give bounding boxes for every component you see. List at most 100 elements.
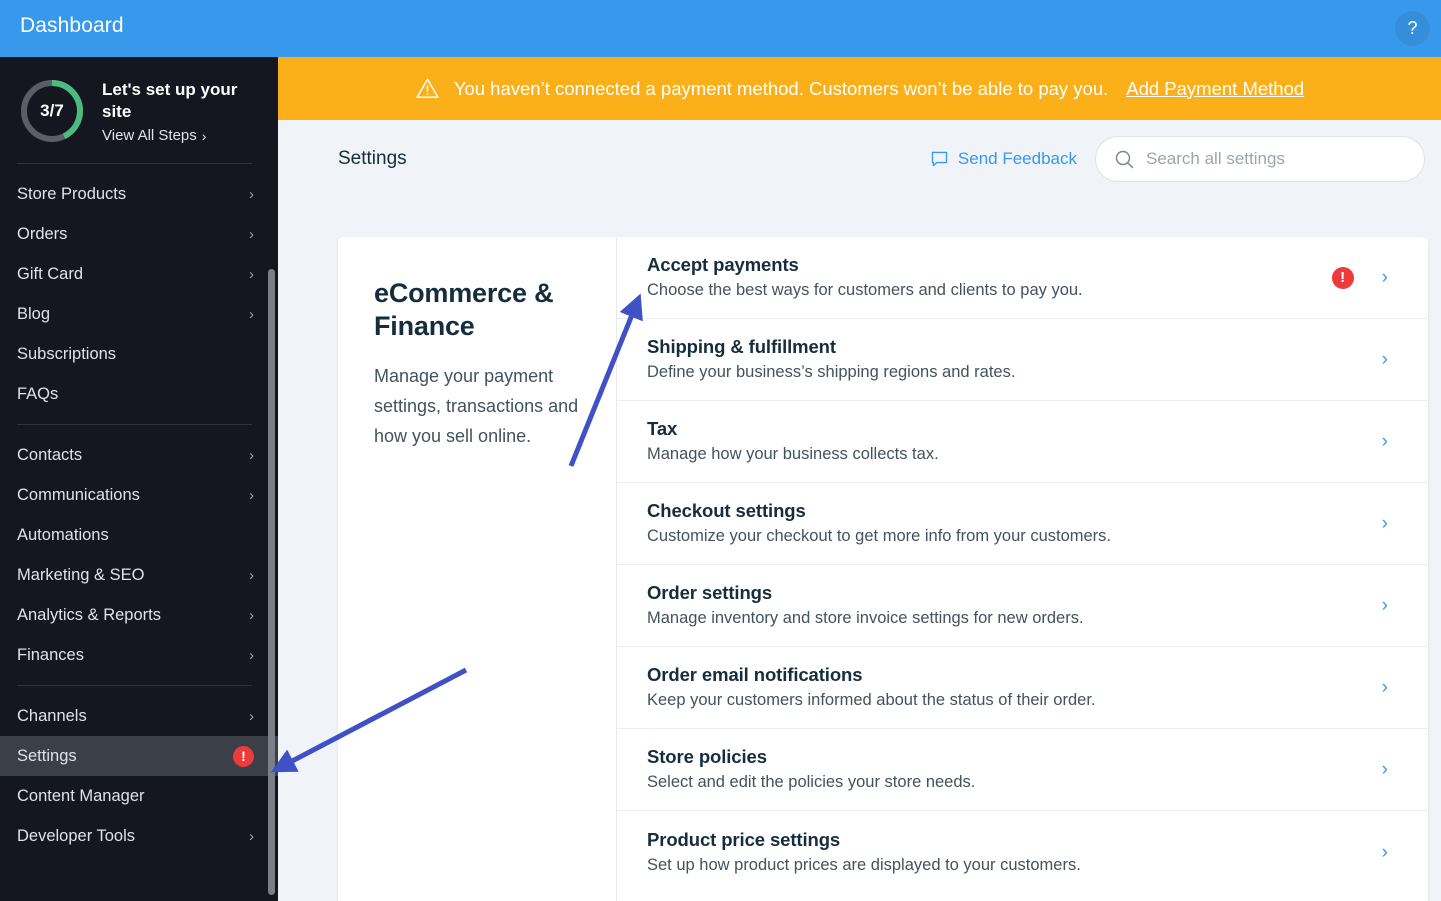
app-root: Dashboard ? 3/7 Let's set up your site V…: [0, 0, 1441, 901]
chevron-right-icon: ›: [249, 446, 254, 464]
sidebar-item-subscriptions[interactable]: Subscriptions: [0, 334, 278, 374]
settings-row-title: Accept payments: [647, 254, 799, 275]
settings-row-subtitle: Select and edit the policies your store …: [647, 773, 976, 791]
sidebar-item-communications[interactable]: Communications ›: [0, 475, 278, 515]
search-box[interactable]: [1095, 136, 1425, 182]
sidebar-item-label: Contacts: [17, 445, 83, 464]
sidebar-item-label: Marketing & SEO: [17, 565, 145, 584]
sidebar-item-developer-tools[interactable]: Developer Tools ›: [0, 816, 278, 856]
sidebar-scrollbar[interactable]: [268, 269, 275, 895]
card-heading: eCommerce & Finance: [374, 278, 554, 341]
chevron-right-icon: ›: [249, 566, 254, 584]
setup-text: Let's set up your site View All Steps ›: [102, 75, 260, 144]
chevron-right-icon: ›: [249, 827, 254, 845]
settings-row[interactable]: Order email notifications Keep your custo…: [617, 647, 1428, 729]
settings-row-text: Accept payments Choose the best ways for …: [647, 253, 1332, 302]
chevron-right-icon: ›: [249, 707, 254, 725]
settings-row-text: Product price settings Set up how product…: [647, 828, 1382, 877]
view-all-steps-link[interactable]: View All Steps ›: [102, 127, 260, 144]
chevron-right-icon: ›: [1381, 841, 1388, 863]
settings-row-text: Order email notifications Keep your custo…: [647, 663, 1382, 712]
sidebar-item-orders[interactable]: Orders ›: [0, 214, 278, 254]
sidebar-item-finances[interactable]: Finances ›: [0, 635, 278, 675]
settings-row-text: Checkout settings Customize your checkout…: [647, 499, 1382, 548]
card-description: Manage your payment settings, transactio…: [374, 366, 579, 446]
warning-triangle-icon: [416, 78, 439, 98]
settings-row-title: Order settings: [647, 582, 773, 603]
settings-row[interactable]: Shipping & fulfillment Define your busine…: [617, 319, 1428, 401]
sidebar-divider: [17, 424, 252, 425]
settings-row[interactable]: Order settings Manage inventory and store…: [617, 565, 1428, 647]
settings-row-title: Checkout settings: [647, 500, 806, 521]
sidebar-item-settings[interactable]: Settings!: [0, 736, 278, 776]
header-actions: Send Feedback: [930, 136, 1425, 182]
send-feedback-button[interactable]: Send Feedback: [930, 149, 1077, 169]
sidebar-item-label: Automations: [17, 525, 109, 544]
speech-bubble-icon: [931, 151, 948, 166]
settings-row-subtitle: Customize your checkout to get more info…: [647, 527, 1112, 545]
settings-row-title: Product price settings: [647, 828, 841, 850]
chevron-right-icon: ›: [1381, 267, 1388, 288]
sidebar-item-automations[interactable]: Automations: [0, 515, 278, 555]
sidebar-item-contacts[interactable]: Contacts ›: [0, 435, 278, 475]
settings-row[interactable]: Product price settings Set up how product…: [617, 811, 1428, 893]
settings-row-subtitle: Keep your customers informed about the s…: [647, 691, 1096, 709]
chevron-right-icon: ›: [201, 127, 207, 144]
sidebar-nav: Store Products › Orders › Gift Card › Blog › Sub…: [0, 174, 278, 856]
progress-label: 3/7: [40, 101, 64, 120]
sidebar: 3/7 Let's set up your site View All Step…: [0, 57, 278, 901]
search-input[interactable]: [1146, 149, 1386, 169]
sidebar-item-content-manager[interactable]: Content Manager: [0, 776, 278, 816]
sidebar-item-label: Content Manager: [17, 786, 145, 805]
view-all-steps-label: View All Steps: [102, 127, 197, 144]
chevron-right-icon: ›: [1381, 595, 1388, 616]
chevron-right-icon: ›: [1381, 759, 1388, 780]
add-payment-method-link[interactable]: Add Payment Method: [1126, 78, 1304, 100]
sidebar-item-faqs[interactable]: FAQs: [0, 374, 278, 414]
settings-row-text: Shipping & fulfillment Define your busine…: [647, 335, 1382, 384]
sidebar-item-label: Settings: [17, 746, 77, 765]
sidebar-item-channels[interactable]: Channels ›: [0, 696, 278, 736]
settings-heading: Settings: [338, 148, 407, 169]
chevron-right-icon: ›: [1381, 677, 1388, 698]
chevron-right-icon: ›: [249, 606, 254, 624]
sidebar-item-store-products[interactable]: Store Products ›: [0, 174, 278, 214]
send-feedback-label: Send Feedback: [957, 149, 1077, 168]
settings-row[interactable]: Checkout settings Customize your checkout…: [617, 483, 1428, 565]
chevron-right-icon: ›: [1381, 513, 1388, 534]
sidebar-item-label: Developer Tools: [17, 826, 136, 845]
sidebar-item-blog[interactable]: Blog ›: [0, 294, 278, 334]
chevron-right-icon: ›: [1381, 431, 1388, 452]
top-bar: Dashboard ?: [0, 0, 1441, 57]
banner-message: You haven’t connected a payment method. …: [453, 77, 1109, 99]
settings-row[interactable]: Tax Manage how your business collects tax…: [617, 401, 1428, 483]
sidebar-divider: [17, 685, 252, 686]
sidebar-item-label: Communications: [17, 485, 140, 504]
chevron-right-icon: ›: [249, 265, 254, 283]
sidebar-item-label: Gift Card: [17, 264, 84, 283]
sidebar-item-label: FAQs: [17, 384, 59, 403]
sidebar-item-label: Finances: [17, 645, 84, 664]
settings-row-text: Store policies Select and edit the polici…: [647, 745, 1382, 794]
setup-progress-block[interactable]: 3/7 Let's set up your site View All Step…: [0, 57, 278, 157]
help-icon[interactable]: ?: [1395, 11, 1430, 46]
sidebar-item-gift-card[interactable]: Gift Card ›: [0, 254, 278, 294]
progress-ring: 3/7: [18, 77, 86, 145]
chevron-right-icon: ›: [249, 646, 254, 664]
settings-row[interactable]: Store policies Select and edit the polici…: [617, 729, 1428, 811]
sidebar-alert-badge: !: [233, 745, 254, 767]
settings-row-title: Tax: [647, 418, 678, 439]
sidebar-item-analytics-reports[interactable]: Analytics & Reports ›: [0, 595, 278, 635]
settings-row-subtitle: Manage inventory and store invoice setti…: [647, 609, 1084, 627]
sidebar-item-label: Subscriptions: [17, 344, 117, 363]
ecommerce-finance-card: eCommerce & Finance Manage your payment …: [338, 237, 1428, 901]
settings-row-alert-badge: !: [1331, 266, 1354, 289]
settings-row-subtitle: Set up how product prices are displayed …: [647, 855, 1081, 874]
chevron-right-icon: ›: [249, 225, 254, 243]
chevron-right-icon: ›: [1381, 349, 1388, 370]
settings-row-text: Tax Manage how your business collects tax…: [647, 417, 1382, 466]
sidebar-item-marketing-seo[interactable]: Marketing & SEO ›: [0, 555, 278, 595]
search-icon: [1115, 150, 1134, 168]
sidebar-item-label: Orders: [17, 224, 68, 243]
settings-row[interactable]: Accept payments Choose the best ways for …: [617, 237, 1428, 319]
